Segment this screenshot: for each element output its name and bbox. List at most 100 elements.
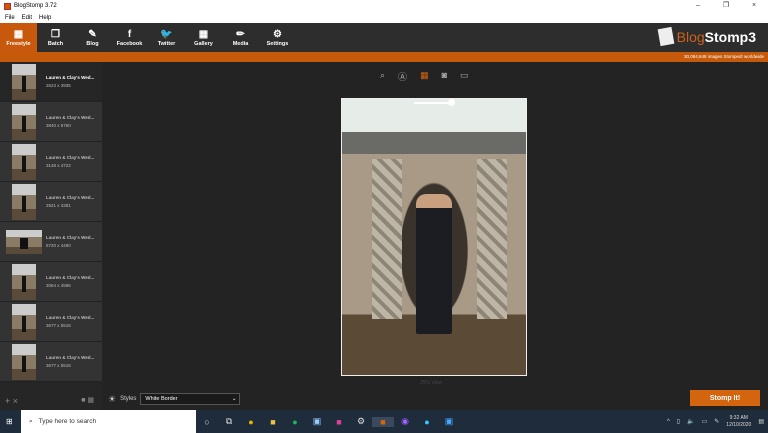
tab-twitter[interactable]: 🐦 Twitter <box>148 23 185 52</box>
blogstomp-taskbar-icon[interactable]: ■ <box>372 416 394 427</box>
thumbnail <box>12 263 36 300</box>
image-list[interactable]: Lauren & Clay's Wed... 2623 x 3935 Lauren… <box>0 62 102 392</box>
image-size: 3840 x 5760 <box>46 122 71 128</box>
tab-freestyle[interactable]: ▦ Freestyle <box>0 23 37 52</box>
image-name: Lauren & Clay's Wed... <box>46 314 95 320</box>
styles-control: ☀ Styles White Border ⌄ <box>108 393 241 405</box>
thumbnail <box>12 303 36 340</box>
close-button[interactable]: × <box>740 0 768 12</box>
app-icon <box>4 2 11 10</box>
image-name: Lauren & Clay's Wed... <box>46 74 95 80</box>
lightroom-icon[interactable]: ▣ <box>306 416 328 427</box>
cortana-icon[interactable]: ○ <box>196 417 218 427</box>
gear-icon: ⚙ <box>273 28 282 40</box>
tab-label: Freestyle <box>6 40 31 47</box>
image-size: 3148 x 4722 <box>46 162 71 168</box>
thumbnail <box>12 183 36 220</box>
gallery-icon: ▦ <box>198 28 209 40</box>
spotify-icon[interactable]: ● <box>284 417 306 427</box>
settings-app-icon[interactable]: ⚙ <box>350 416 372 427</box>
list-item[interactable]: Lauren & Clay's Wed... 2921 x 4381 <box>0 182 102 222</box>
list-item[interactable]: Lauren & Clay's Wed... 3677 x 5515 <box>0 302 102 342</box>
tab-blog[interactable]: ✎ Blog <box>74 23 111 52</box>
image-name: Lauren & Clay's Wed... <box>46 114 95 120</box>
list-item[interactable]: Lauren & Clay's Wed... 3840 x 5760 <box>0 102 102 142</box>
thumbnail <box>12 63 36 100</box>
tab-label: Settings <box>266 40 289 47</box>
text-icon[interactable]: Ⓐ <box>398 70 407 83</box>
date: 12/10/2020 <box>726 421 752 428</box>
freestyle-icon: ▦ <box>13 28 24 40</box>
photo-pillar <box>372 159 402 319</box>
logo-icon <box>657 26 674 47</box>
add-icon[interactable]: + <box>5 396 10 406</box>
image-name: Lauren & Clay's Wed... <box>46 154 95 160</box>
pen-icon[interactable]: ✎ <box>714 418 719 425</box>
tab-gallery[interactable]: ▦ Gallery <box>185 23 222 52</box>
battery-icon[interactable]: ▯ <box>677 418 680 425</box>
sun-icon[interactable]: ☀ <box>108 394 116 405</box>
stomp-counter: 30,084,648 images Stomped! worldwide <box>683 54 764 59</box>
facebook-icon: f <box>127 28 132 40</box>
file-explorer-icon[interactable]: ■ <box>262 417 284 427</box>
image-name: Lauren & Clay's Wed... <box>46 234 95 240</box>
clock[interactable]: 9:32 AM 12/10/2020 <box>726 415 751 429</box>
tab-batch[interactable]: ❐ Batch <box>37 23 74 52</box>
menu-help[interactable]: Help <box>39 15 51 21</box>
network-icon[interactable]: ▭ <box>702 418 708 425</box>
twitter-icon: 🐦 <box>160 28 173 40</box>
instagram-icon[interactable]: ◙ <box>442 70 447 83</box>
styles-select[interactable]: White Border ⌄ <box>140 393 241 405</box>
photo-subject <box>416 194 452 334</box>
list-item[interactable]: Lauren & Clay's Wed... 3148 x 4722 <box>0 142 102 182</box>
preview-image[interactable] <box>341 98 527 376</box>
photo-pillar <box>477 159 507 319</box>
size-slider[interactable] <box>414 99 455 106</box>
tab-label: Batch <box>47 40 64 47</box>
minimize-button[interactable]: – <box>684 0 712 12</box>
image-size: 2623 x 3935 <box>46 82 71 88</box>
list-item[interactable]: Lauren & Clay's Wed... 2623 x 3935 <box>0 62 102 102</box>
list-item[interactable]: Lauren & Clay's Wed... 3677 x 5515 <box>0 342 102 382</box>
taskbar-search[interactable]: ⌕ Type here to search <box>21 410 196 433</box>
layout-icon[interactable]: ▦ <box>420 70 429 83</box>
app-icon[interactable]: ◉ <box>394 416 416 427</box>
list-controls: + × ■ ▦ <box>0 392 102 410</box>
grid-view-icon[interactable]: ▦ <box>87 397 94 404</box>
tab-media[interactable]: ✏ Media <box>222 23 259 52</box>
menu-file[interactable]: File <box>5 15 15 21</box>
monitor-icon[interactable]: ▭ <box>460 70 469 83</box>
list-item[interactable]: Lauren & Clay's Wed... 3064 x 4596 <box>0 262 102 302</box>
windows-start-icon[interactable]: ⊞ <box>6 417 13 426</box>
tab-label: Blog <box>86 40 99 47</box>
tab-label: Gallery <box>194 40 213 47</box>
menu-edit[interactable]: Edit <box>22 15 32 21</box>
windows-taskbar: ⊞ ⌕ Type here to search ○ ⧉ ● ■ ● ▣ ■ ⚙ ■… <box>0 410 768 433</box>
volume-icon[interactable]: 🔈 <box>687 418 694 425</box>
tab-label: Media <box>232 40 249 47</box>
menu-bar: File Edit Help <box>0 12 768 23</box>
indesign-icon[interactable]: ■ <box>328 417 350 427</box>
image-size: 3677 x 5515 <box>46 322 71 328</box>
edge-icon[interactable]: ● <box>416 417 438 427</box>
stomp-button[interactable]: Stomp It! <box>690 390 760 406</box>
task-view-icon[interactable]: ⧉ <box>218 416 240 427</box>
list-item[interactable]: Lauren & Clay's Wed... 6720 x 4480 <box>0 222 102 262</box>
image-name: Lauren & Clay's Wed... <box>46 274 95 280</box>
image-size: 3064 x 4596 <box>46 282 71 288</box>
styles-value: White Border <box>145 396 178 402</box>
tab-settings[interactable]: ⚙ Settings <box>259 23 296 52</box>
chrome-icon[interactable]: ● <box>240 417 262 427</box>
app-window-icon[interactable]: ▣ <box>438 416 460 427</box>
image-name: Lauren & Clay's Wed... <box>46 354 95 360</box>
tab-facebook[interactable]: f Facebook <box>111 23 148 52</box>
search-placeholder: Type here to search <box>38 418 97 425</box>
list-view-icon[interactable]: ■ <box>81 397 85 404</box>
remove-icon[interactable]: × <box>13 396 18 406</box>
maximize-button[interactable]: ❐ <box>712 0 740 12</box>
chevron-up-icon[interactable]: ^ <box>667 419 670 425</box>
title-bar: BlogStomp 3.72 – ❐ × <box>0 0 768 12</box>
notifications-icon[interactable]: ▤ <box>758 418 764 425</box>
time: 9:32 AM <box>729 414 748 421</box>
zoom-icon[interactable]: ⌕ <box>380 70 385 83</box>
